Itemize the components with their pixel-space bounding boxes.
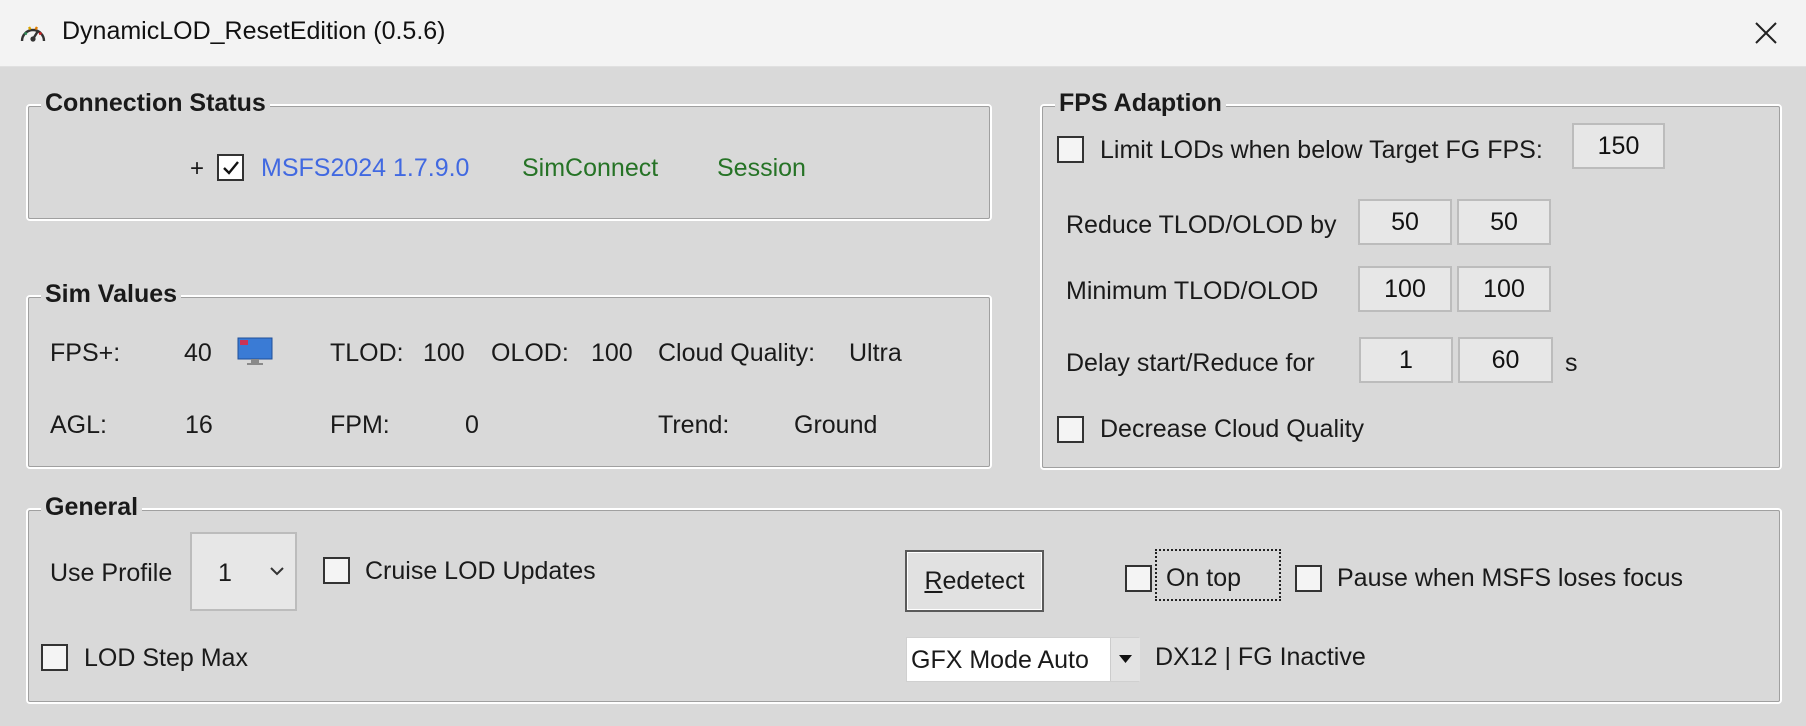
use-profile-label: Use Profile: [50, 559, 173, 587]
fps-value: 40: [184, 339, 212, 367]
olod-label: OLOD:: [491, 339, 569, 367]
sim-values-title: Sim Values: [41, 280, 182, 309]
cruise-lod-checkbox[interactable]: [323, 557, 350, 584]
limit-lods-label: Limit LODs when below Target FG FPS:: [1100, 136, 1543, 164]
minimum-label: Minimum TLOD/OLOD: [1066, 277, 1319, 305]
trend-value: Ground: [794, 411, 878, 439]
on-top-label: On top: [1166, 564, 1242, 592]
pause-focus-checkbox[interactable]: [1295, 565, 1322, 592]
general-title: General: [41, 493, 143, 522]
expand-plus[interactable]: +: [190, 155, 204, 183]
msfs-version-text: MSFS2024 1.7.9.0: [261, 154, 470, 182]
cruise-lod-label: Cruise LOD Updates: [365, 557, 596, 585]
redetect-label: edetect: [942, 567, 1025, 595]
simconnect-status: SimConnect: [522, 154, 659, 182]
agl-label: AGL:: [50, 411, 107, 439]
reduce-tlod-input[interactable]: 50: [1358, 199, 1452, 245]
monitor-icon: [237, 337, 273, 365]
profile-select[interactable]: 1: [190, 532, 297, 611]
connection-status-title: Connection Status: [41, 89, 270, 118]
checkmark-icon: [223, 161, 239, 175]
delay-label: Delay start/Reduce for: [1066, 349, 1315, 377]
tlod-value: 100: [423, 339, 465, 367]
gauge-icon: [20, 26, 46, 42]
redetect-button[interactable]: Redetect: [905, 550, 1044, 612]
cloud-quality-label: Cloud Quality:: [658, 339, 816, 367]
decrease-cloud-label: Decrease Cloud Quality: [1100, 415, 1365, 443]
sim-values-group: Sim Values FPS+: 40 TLOD: 100 OLOD: 100 …: [26, 280, 992, 469]
min-olod-input[interactable]: 100: [1457, 266, 1551, 312]
fps-adaption-group: FPS Adaption Limit LODs when below Targe…: [1040, 89, 1782, 470]
msfs-checkbox[interactable]: [217, 154, 244, 181]
chevron-down-icon: [270, 567, 284, 576]
gfx-mode-select[interactable]: GFX Mode Auto: [906, 637, 1140, 682]
reduce-for-input[interactable]: 60: [1458, 337, 1553, 383]
reduce-label: Reduce TLOD/OLOD by: [1066, 211, 1337, 239]
trend-label: Trend:: [658, 411, 730, 439]
delay-start-input[interactable]: 1: [1359, 337, 1453, 383]
decrease-cloud-checkbox[interactable]: [1057, 416, 1084, 443]
min-tlod-input[interactable]: 100: [1358, 266, 1452, 312]
title-bar: DynamicLOD_ResetEdition (0.5.6): [0, 0, 1806, 67]
redetect-accelerator: R: [924, 567, 943, 595]
window-title: DynamicLOD_ResetEdition (0.5.6): [62, 17, 446, 45]
profile-value: 1: [218, 559, 232, 587]
caret-down-icon: [1119, 655, 1132, 663]
delay-unit: s: [1565, 349, 1578, 377]
olod-value: 100: [591, 339, 633, 367]
pause-focus-label: Pause when MSFS loses focus: [1337, 564, 1683, 592]
tlod-label: TLOD:: [330, 339, 404, 367]
connection-status-group: Connection Status + MSFS2024 1.7.9.0 Sim…: [26, 89, 992, 221]
lod-step-max-checkbox[interactable]: [41, 644, 68, 671]
limit-lods-checkbox[interactable]: [1057, 136, 1084, 163]
fpm-label: FPM:: [330, 411, 390, 439]
fpm-value: 0: [465, 411, 479, 439]
cloud-quality-value: Ultra: [849, 339, 902, 367]
gfx-dropdown-button[interactable]: [1110, 638, 1140, 681]
general-group: General Use Profile 1 Cruise LOD Updates…: [26, 493, 1782, 704]
reduce-olod-input[interactable]: 50: [1457, 199, 1551, 245]
close-button[interactable]: [1740, 8, 1792, 58]
close-icon: [1755, 22, 1777, 44]
gfx-mode-value: GFX Mode Auto: [911, 646, 1089, 674]
target-fps-input[interactable]: 150: [1572, 123, 1665, 169]
fps-adaption-title: FPS Adaption: [1055, 89, 1226, 118]
on-top-checkbox[interactable]: [1125, 565, 1152, 592]
lod-step-max-label: LOD Step Max: [84, 644, 248, 672]
session-status: Session: [717, 154, 806, 182]
agl-value: 16: [185, 411, 213, 439]
gfx-status-text: DX12 | FG Inactive: [1155, 643, 1366, 671]
fps-label: FPS+:: [50, 339, 121, 367]
